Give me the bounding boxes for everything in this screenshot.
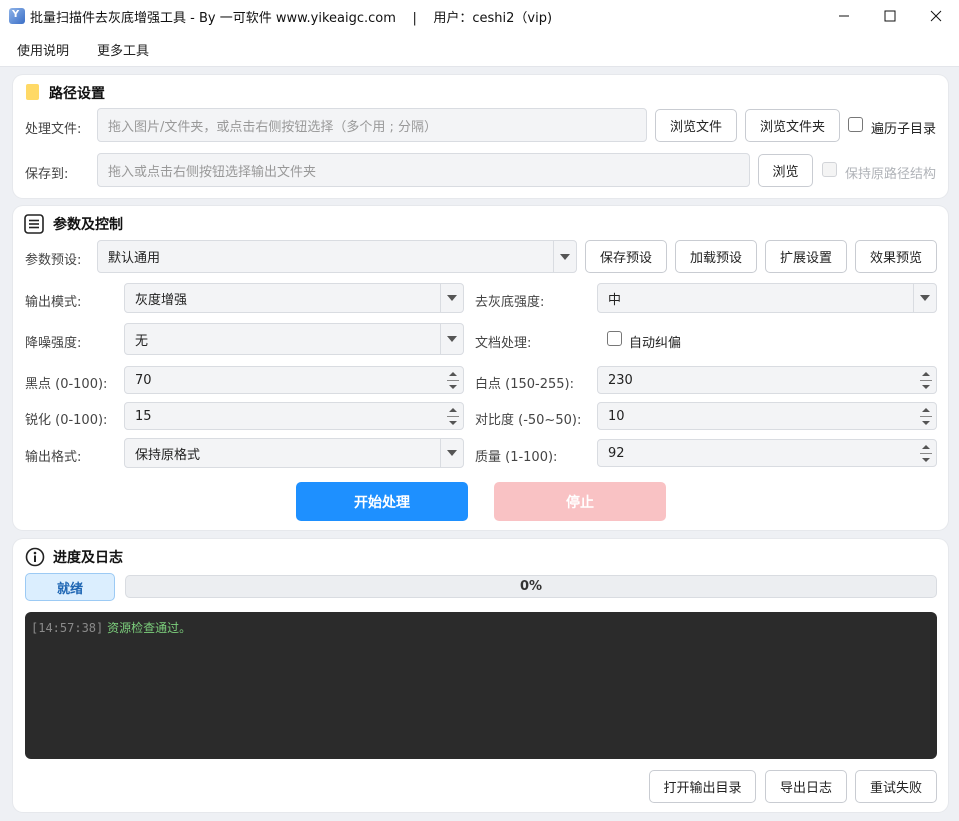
maximize-button[interactable] (867, 0, 913, 31)
chevron-down-icon (913, 284, 936, 312)
export-log-button[interactable]: 导出日志 (765, 770, 847, 803)
black-point-label: 黑点 (0-100): (25, 377, 108, 392)
minimize-icon (839, 15, 849, 16)
format-select[interactable]: 保持原格式 (124, 438, 464, 468)
browse-folder-button[interactable]: 浏览文件夹 (745, 109, 840, 142)
progress-percent: 0% (519, 579, 543, 594)
degray-value: 中 (608, 292, 622, 308)
chevron-down-icon (440, 439, 463, 467)
degray-label: 去灰底强度: (475, 295, 545, 310)
chevron-down-icon (553, 241, 576, 272)
recurse-label: 遍历子目录 (871, 122, 937, 137)
save-to-label: 保存到: (25, 167, 69, 182)
stop-button[interactable]: 停止 (494, 482, 666, 521)
auto-deskew-checkbox[interactable] (607, 331, 622, 346)
denoise-value: 无 (135, 333, 149, 349)
save-preset-button[interactable]: 保存预设 (585, 240, 667, 273)
progress-panel: 进度及日志 就绪 0% [14:57:38] 资源检查通过。 打开输出目录 导出… (13, 539, 948, 812)
progress-bar: 0% (125, 575, 937, 598)
close-button[interactable] (913, 0, 959, 31)
black-point-spinbox[interactable]: 70 (124, 366, 464, 394)
input-files-label: 处理文件: (25, 122, 82, 137)
folder-icon (26, 84, 39, 100)
params-title: 参数及控制 (53, 217, 123, 233)
input-files-field[interactable]: 拖入图片/文件夹，或点击右侧按钮选择（多个用 ; 分隔） (97, 108, 647, 142)
list-icon (24, 214, 44, 234)
degray-select[interactable]: 中 (597, 283, 937, 313)
doc-label: 文档处理: (475, 336, 532, 351)
info-icon (25, 547, 45, 567)
white-point-value: 230 (608, 372, 633, 388)
progress-title: 进度及日志 (53, 550, 123, 566)
keep-structure-checkbox[interactable] (822, 162, 837, 177)
minimize-button[interactable] (821, 0, 867, 31)
white-point-spinbox[interactable]: 230 (597, 366, 937, 394)
auto-deskew-label: 自动纠偏 (629, 336, 682, 351)
output-mode-select[interactable]: 灰度增强 (124, 283, 464, 313)
maximize-icon (884, 10, 896, 21)
log-line: [14:57:38] 资源检查通过。 (31, 619, 191, 636)
preview-button[interactable]: 效果预览 (855, 240, 937, 273)
log-console[interactable]: [14:57:38] 资源检查通过。 (25, 612, 937, 759)
denoise-label: 降噪强度: (25, 336, 82, 351)
contrast-label: 对比度 (-50~50): (475, 413, 582, 428)
save-to-field[interactable]: 拖入或点击右侧按钮选择输出文件夹 (97, 153, 750, 187)
status-badge: 就绪 (25, 573, 115, 601)
app-icon: Y (9, 8, 25, 24)
sharpen-label: 锐化 (0-100): (25, 413, 108, 428)
chevron-down-icon (440, 284, 463, 312)
browse-save-button[interactable]: 浏览 (758, 154, 813, 187)
browse-files-button[interactable]: 浏览文件 (655, 109, 737, 142)
contrast-value: 10 (608, 408, 625, 424)
load-preset-button[interactable]: 加载预设 (675, 240, 757, 273)
black-point-value: 70 (135, 372, 152, 388)
denoise-select[interactable]: 无 (124, 323, 464, 355)
menu-item-more-tools[interactable]: 更多工具 (97, 40, 149, 59)
recurse-checkbox[interactable] (848, 117, 863, 132)
params-panel: 参数及控制 参数预设: 默认通用 保存预设 加载预设 扩展设置 效果预览 输出模… (13, 206, 948, 530)
preset-select[interactable]: 默认通用 (97, 240, 577, 273)
extended-settings-button[interactable]: 扩展设置 (765, 240, 847, 273)
format-label: 输出格式: (25, 450, 82, 465)
contrast-spinbox[interactable]: 10 (597, 402, 937, 430)
chevron-down-icon (440, 324, 463, 354)
log-message: 资源检查通过。 (107, 621, 192, 635)
log-time: [14:57:38] (31, 621, 104, 635)
quality-spinbox[interactable]: 92 (597, 439, 937, 467)
retry-failed-button[interactable]: 重试失败 (855, 770, 937, 803)
format-value: 保持原格式 (135, 447, 201, 463)
preset-label: 参数预设: (25, 253, 82, 268)
preset-value: 默认通用 (108, 251, 161, 266)
window-title: 批量扫描件去灰底增强工具 - By 一可软件 www.yikeaigc.com … (30, 11, 553, 26)
white-point-label: 白点 (150-255): (475, 377, 574, 392)
path-settings-panel: 路径设置 处理文件: 拖入图片/文件夹，或点击右侧按钮选择（多个用 ; 分隔） … (13, 75, 948, 198)
output-mode-value: 灰度增强 (135, 292, 188, 308)
open-output-button[interactable]: 打开输出目录 (649, 770, 756, 803)
title-bar: Y 批量扫描件去灰底增强工具 - By 一可软件 www.yikeaigc.co… (0, 0, 959, 31)
quality-label: 质量 (1-100): (475, 450, 558, 465)
keep-structure-label: 保持原路径结构 (845, 167, 937, 182)
start-button[interactable]: 开始处理 (296, 482, 468, 521)
menu-item-help[interactable]: 使用说明 (17, 40, 69, 59)
menu-bar: 使用说明 更多工具 (0, 31, 959, 67)
sharpen-spinbox[interactable]: 15 (124, 402, 464, 430)
quality-value: 92 (608, 445, 625, 461)
output-mode-label: 输出模式: (25, 295, 82, 310)
sharpen-value: 15 (135, 408, 152, 424)
close-icon (930, 10, 942, 21)
path-settings-title: 路径设置 (49, 86, 105, 102)
